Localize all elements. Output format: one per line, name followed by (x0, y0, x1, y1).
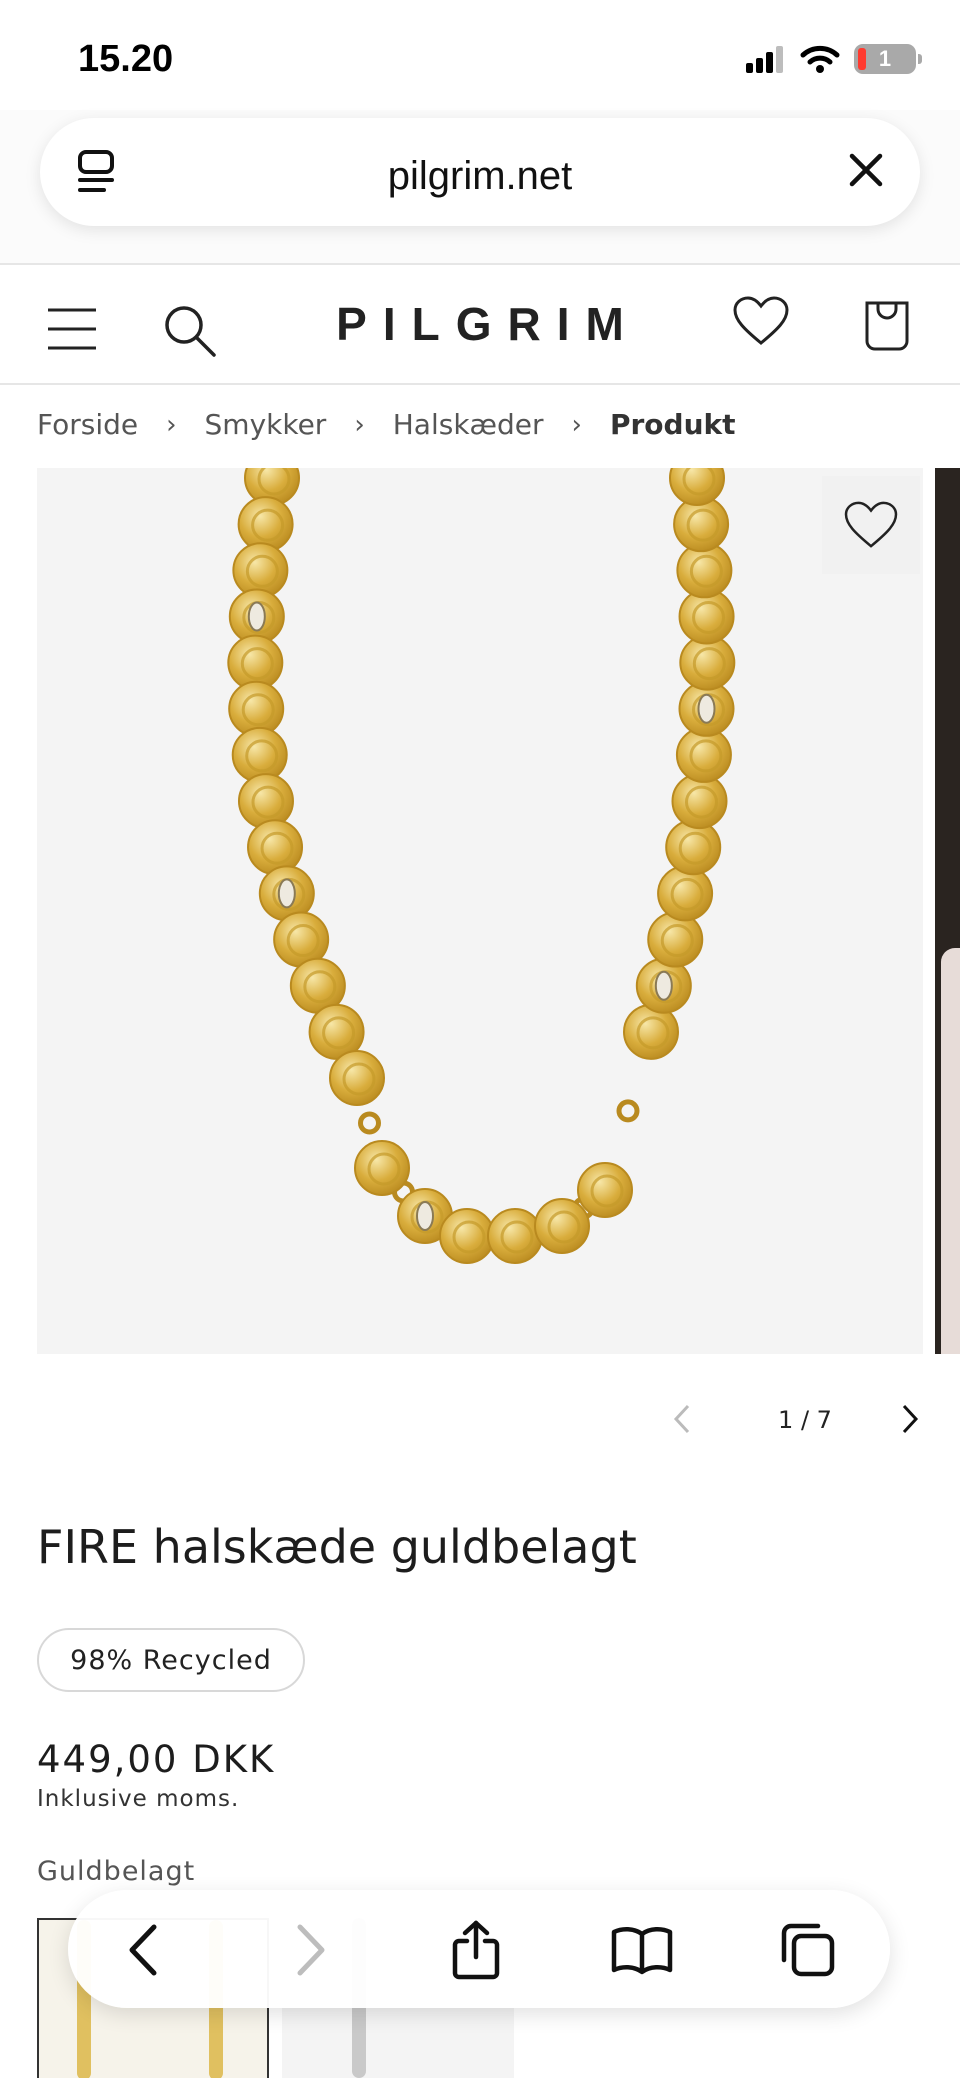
necklace-link (329, 1050, 385, 1106)
necklace-link (487, 1208, 543, 1264)
heart-icon[interactable] (732, 295, 790, 347)
heart-icon (844, 501, 898, 548)
shopping-bag-icon[interactable] (862, 297, 912, 351)
forward-arrow-icon (297, 1924, 325, 1976)
breadcrumb-link-home[interactable]: Forside (37, 408, 138, 441)
wifi-icon (800, 45, 840, 73)
product-title: FIRE halskæde guldbelagt (37, 1520, 637, 1574)
crystal-stone (247, 601, 266, 632)
chevron-right-icon: › (571, 409, 582, 440)
share-icon (452, 1920, 500, 1980)
back-button[interactable] (112, 1918, 176, 1982)
breadcrumb: Forside › Smykker › Halskæder › Produkt (37, 408, 736, 441)
recycled-badge: 98% Recycled (37, 1628, 305, 1692)
status-time: 15.20 (78, 38, 174, 80)
tabs-button[interactable] (776, 1918, 840, 1982)
crystal-stone (416, 1201, 434, 1231)
battery-level: 1 (878, 46, 892, 71)
chain-ring (358, 1111, 381, 1135)
bookmarks-icon (611, 1927, 673, 1975)
cellular-signal-icon (746, 46, 783, 73)
necklace-link (439, 1208, 495, 1264)
status-icons: 1 (746, 44, 922, 74)
necklace-product-image (227, 468, 736, 1264)
product-price: 449,00 DKK (37, 1738, 276, 1781)
chevron-left-icon[interactable] (670, 1402, 696, 1436)
chevron-right-icon[interactable] (896, 1402, 922, 1436)
necklace-link (237, 773, 294, 830)
forward-button[interactable] (278, 1918, 342, 1982)
tax-note: Inklusive moms. (37, 1786, 240, 1812)
status-bar: 15.20 1 (0, 0, 960, 110)
necklace-link (354, 1140, 410, 1196)
url-text: pilgrim.net (387, 154, 573, 198)
battery-icon: 1 (854, 44, 922, 74)
crystal-stone (654, 970, 673, 1001)
back-arrow-icon (129, 1924, 157, 1976)
gallery-wishlist-button[interactable] (822, 476, 920, 574)
necklace-link (534, 1198, 590, 1254)
next-slide-preview (935, 468, 960, 1354)
chevron-right-icon: › (354, 409, 365, 440)
necklace-link (647, 911, 704, 968)
chain-ring (616, 1099, 640, 1123)
necklace-link (577, 1162, 633, 1218)
breadcrumb-link-necklaces[interactable]: Halskæder (393, 408, 544, 441)
site-logo[interactable]: PILGRIM (0, 297, 960, 351)
share-button[interactable] (444, 1918, 508, 1982)
necklace-link (657, 865, 714, 922)
necklace-link (247, 819, 304, 876)
slide-counter: 1 / 7 (778, 1406, 832, 1434)
crystal-stone (697, 693, 716, 724)
browser-address-area: pilgrim.net (0, 110, 960, 265)
necklace-link (635, 957, 692, 1014)
browser-toolbar (68, 1890, 890, 2008)
breadcrumb-current: Produkt (609, 408, 736, 441)
breadcrumb-link-jewelry[interactable]: Smykker (205, 408, 327, 441)
variant-label: Guldbelagt (37, 1856, 196, 1887)
tabs-icon (781, 1923, 835, 1977)
crystal-stone (277, 878, 296, 909)
site-header: PILGRIM (0, 267, 960, 385)
product-image-gallery[interactable] (37, 468, 923, 1354)
bookmarks-button[interactable] (610, 1918, 674, 1982)
chevron-right-icon: › (166, 409, 177, 440)
address-bar[interactable]: pilgrim.net (40, 118, 920, 226)
close-icon[interactable] (846, 150, 886, 190)
necklace-link (669, 468, 725, 506)
slider-controls: 1 / 7 (660, 1398, 930, 1442)
